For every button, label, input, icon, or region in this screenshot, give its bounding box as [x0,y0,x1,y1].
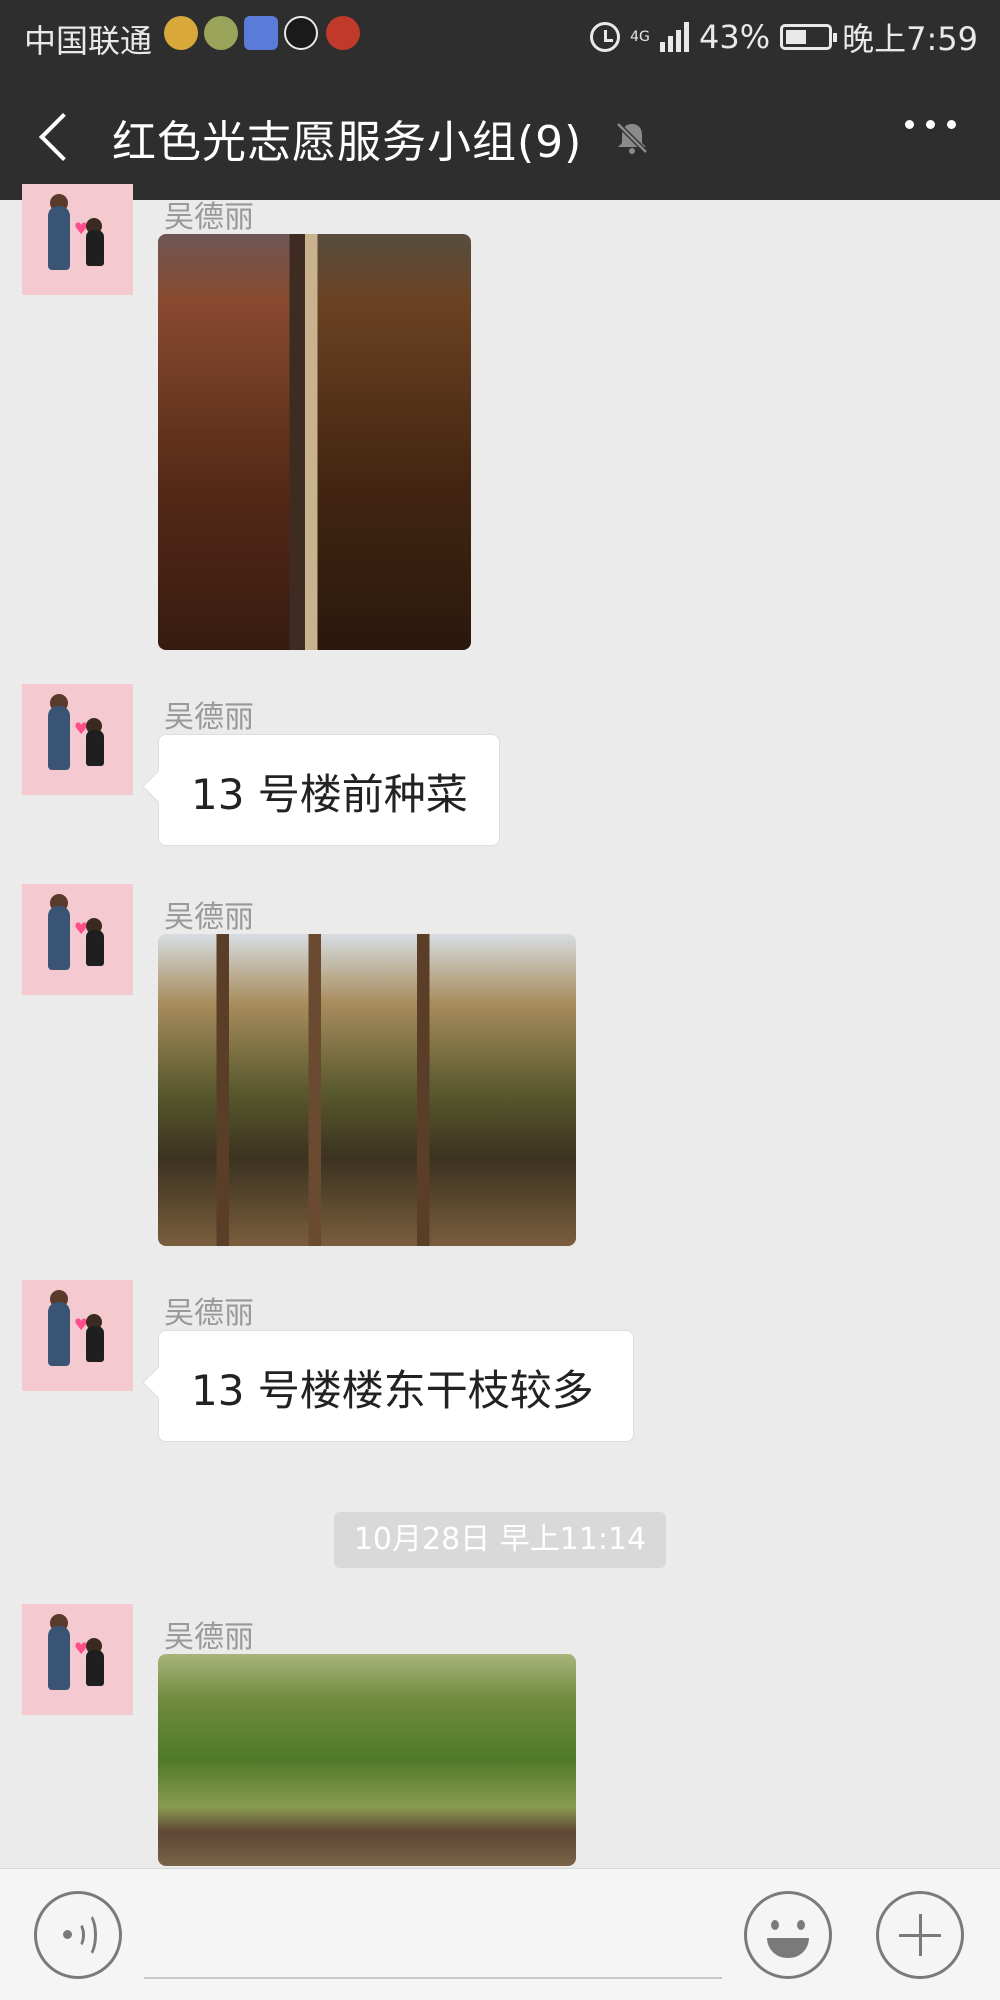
emoji-button[interactable] [744,1891,832,1979]
photo-message[interactable] [158,934,576,1246]
news-icon [326,16,360,50]
photo-message[interactable] [158,234,471,650]
avatar[interactable]: ♥ [22,1604,133,1715]
app-icon [204,16,238,50]
photo-message[interactable] [158,1654,576,1866]
avatar[interactable]: ♥ [22,1280,133,1391]
timestamp-divider: 10月28日 早上11:14 [334,1512,666,1568]
more-actions-button[interactable] [876,1891,964,1979]
more-options-icon[interactable] [905,120,956,129]
text-message[interactable]: 13 号楼楼东干枝较多 [158,1330,634,1442]
battery-icon [780,24,838,50]
clock: 晚上7:59 [842,20,978,58]
message-input[interactable] [144,1977,722,1979]
input-bar [0,1868,1000,2000]
avatar[interactable]: ♥ [22,684,133,795]
network-type-label: 4G [630,29,650,45]
sender-name: 吴德丽 [164,900,254,935]
signal-icon [660,22,689,52]
sender-name: 吴德丽 [164,200,254,235]
sender-name: 吴德丽 [164,1620,254,1655]
battery-percent: 43% [699,18,771,56]
chat-header: 红色光志愿服务小组(9) [0,70,1000,200]
avatar[interactable]: ♥ [22,884,133,995]
status-bar: 中国联通 4G 43% 晚上7:59 [0,0,1000,70]
muted-bell-icon [616,122,648,154]
carrier-label: 中国联通 [24,22,153,60]
alarm-icon [590,22,620,52]
avatar[interactable]: ♥ [22,184,133,295]
tiktok-icon [284,16,318,50]
video-icon [244,16,278,50]
mail-icon [164,16,198,50]
group-title[interactable]: 红色光志愿服务小组(9) [112,106,582,170]
back-icon[interactable] [34,110,84,160]
sender-name: 吴德丽 [164,700,254,735]
sender-name: 吴德丽 [164,1296,254,1331]
voice-input-button[interactable] [34,1891,122,1979]
text-message[interactable]: 13 号楼前种菜 [158,734,500,846]
